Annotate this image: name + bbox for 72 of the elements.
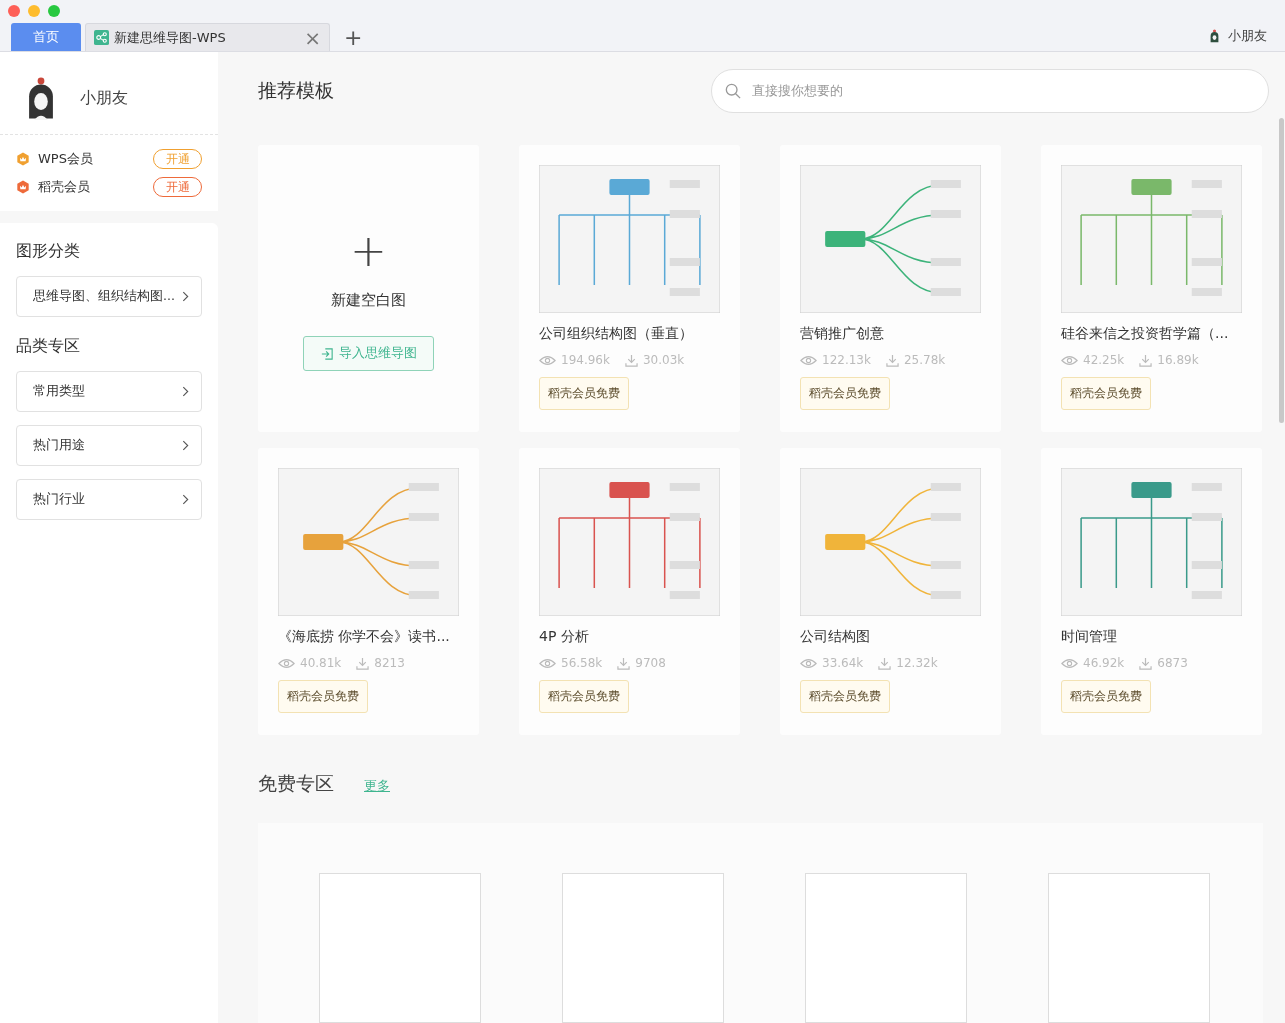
eye-icon	[1061, 354, 1078, 366]
category-item[interactable]: 热门行业	[16, 479, 202, 520]
download-icon	[1139, 353, 1153, 367]
view-count: 33.64k	[822, 656, 864, 670]
download-icon	[878, 656, 892, 670]
category-item[interactable]: 热门用途	[16, 425, 202, 466]
download-icon	[356, 656, 370, 670]
member-free-tag: 稻壳会员免费	[800, 377, 890, 410]
template-title: 《海底捞 你学不会》读书...	[278, 628, 450, 646]
mind-map-icon	[94, 30, 109, 45]
section-heading: 品类专区	[16, 336, 81, 357]
member-free-tag: 稻壳会员免费	[1061, 377, 1151, 410]
download-icon	[624, 353, 638, 367]
view-count: 42.25k	[1083, 353, 1125, 367]
view-count: 40.81k	[300, 656, 342, 670]
card-title: 新建空白图	[331, 291, 406, 310]
member-free-tag: 稻壳会员免费	[539, 377, 629, 410]
view-count: 122.13k	[822, 353, 871, 367]
membership-label: 稻壳会员	[38, 178, 91, 196]
member-free-tag: 稻壳会员免费	[1061, 680, 1151, 713]
download-count: 6873	[1157, 656, 1188, 670]
zoom-window-button[interactable]	[48, 5, 60, 17]
close-window-button[interactable]	[8, 5, 20, 17]
view-count: 56.58k	[561, 656, 603, 670]
new-tab-button[interactable]: +	[344, 27, 363, 49]
download-count: 8213	[374, 656, 405, 670]
download-count: 9708	[635, 656, 666, 670]
section-heading: 免费专区	[258, 771, 334, 796]
category-item[interactable]: 常用类型	[16, 371, 202, 412]
page-title: 推荐模板	[258, 77, 334, 103]
eye-icon	[539, 354, 556, 366]
member-free-tag: 稻壳会员免费	[539, 680, 629, 713]
eye-icon	[1061, 657, 1078, 669]
member-free-tag: 稻壳会员免费	[800, 680, 890, 713]
tab[interactable]: 新建思维导图-WPS ×	[85, 23, 330, 51]
plus-icon: +	[350, 233, 387, 269]
close-tab-button[interactable]: ×	[304, 27, 321, 48]
template-title: 营销推广创意	[800, 325, 884, 343]
scrollbar[interactable]	[1279, 118, 1284, 423]
template-title: 公司结构图	[800, 628, 870, 646]
download-icon	[885, 353, 899, 367]
download-count: 25.78k	[903, 353, 946, 367]
template-title: 4P 分析	[539, 628, 589, 646]
chevron-icon	[182, 440, 189, 451]
download-icon	[1139, 656, 1153, 670]
chevron-icon	[182, 386, 189, 397]
view-count: 194.96k	[561, 353, 610, 367]
avatar-icon	[1209, 29, 1220, 43]
download-count: 12.32k	[896, 656, 938, 670]
template-title: 时间管理	[1061, 628, 1117, 646]
template-title: 公司组织结构图（垂直）	[539, 325, 693, 343]
eye-icon	[539, 657, 556, 669]
chevron-icon	[182, 494, 189, 505]
membership-label: WPS会员	[38, 150, 94, 168]
user-name: 小朋友	[80, 87, 128, 109]
eye-icon	[800, 657, 817, 669]
eye-icon	[278, 657, 295, 669]
member-free-tag: 稻壳会员免费	[278, 680, 368, 713]
section-heading: 图形分类	[16, 241, 81, 262]
download-count: 30.03k	[642, 353, 685, 367]
search-field[interactable]: 直接搜你想要的	[711, 68, 1269, 113]
view-count: 46.92k	[1083, 656, 1125, 670]
account-name: 小朋友	[1228, 27, 1267, 45]
download-icon	[617, 656, 631, 670]
template-title: 硅谷来信之投资哲学篇（...	[1061, 325, 1229, 343]
eye-icon	[800, 354, 817, 366]
download-count: 16.89k	[1157, 353, 1199, 367]
new-template-card[interactable]: + 新建空白图 导入思维导图	[258, 145, 479, 432]
import-icon	[320, 347, 333, 360]
chevron-icon	[182, 291, 189, 302]
minimize-window-button[interactable]	[28, 5, 40, 17]
category-item[interactable]: 思维导图、组织结构图...	[16, 276, 202, 317]
